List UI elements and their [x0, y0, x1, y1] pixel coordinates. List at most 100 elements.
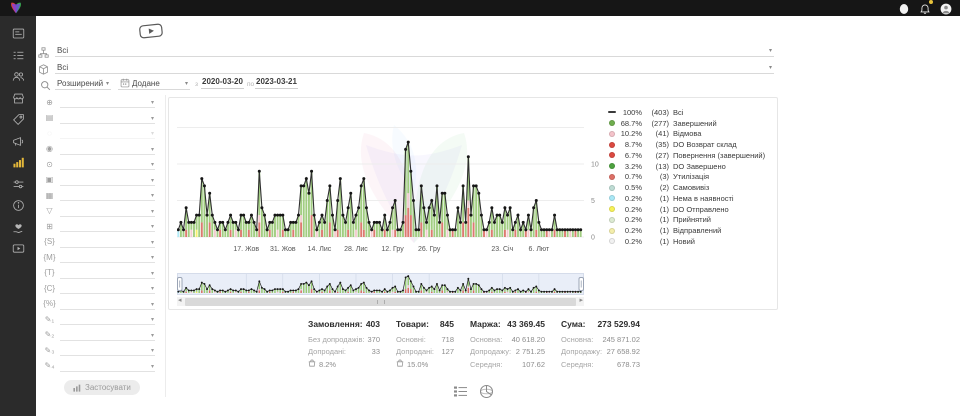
chevron-down-icon: ▾ — [151, 100, 155, 107]
legend-count: (35) — [642, 140, 669, 149]
funnel-icon: ▽ — [43, 207, 56, 215]
stat-subvalue: 107.62 — [522, 360, 545, 369]
filter-select-utm-source[interactable]: ▾ — [60, 237, 155, 248]
legend-item-7[interactable]: 0.5%(2)Самовивіз — [607, 182, 775, 193]
legend-label: Відправлений — [673, 226, 721, 235]
legend-item-1[interactable]: 68.7%(277)Завершений — [607, 118, 775, 129]
legend-item-6[interactable]: 0.7%(3)Утилізація — [607, 172, 775, 183]
megaphone-icon — [12, 135, 25, 148]
legend-count: (41) — [642, 129, 669, 138]
filter-row-custom-field-3: ✎₃▾ — [36, 343, 165, 359]
legend-percent: 100% — [617, 108, 642, 117]
filter-select-utm-content[interactable]: ▾ — [60, 283, 155, 294]
legend-item-2[interactable]: 10.2%(41)Відмова — [607, 129, 775, 140]
date-to-input[interactable]: 2023-03-21 — [255, 77, 298, 89]
circle-icon: ◌ — [43, 130, 56, 138]
filter-select-funnel[interactable]: ▾ — [60, 206, 155, 217]
filter-select-help[interactable]: ▾ — [60, 128, 155, 139]
filter-select-custom-field-3[interactable]: ▾ — [60, 345, 155, 356]
date-from-input[interactable]: 2020-03-20 — [201, 77, 244, 89]
sidebar-item-statistics[interactable] — [0, 152, 36, 174]
apply-button[interactable]: Застосувати — [64, 380, 140, 395]
filter-row-sites: ⊞▾ — [36, 219, 165, 235]
stat-sublabel: Середня: — [470, 360, 502, 369]
legend-item-9[interactable]: 0.2%(1)DO Отправлено — [607, 204, 775, 215]
sidebar-item-partners[interactable] — [0, 217, 36, 239]
chevron-down-icon: ▾ — [769, 64, 774, 73]
pie-chart-icon[interactable] — [479, 384, 494, 399]
legend-dot-marker — [607, 131, 617, 137]
orders-list-icon — [12, 49, 25, 62]
stat-subrow: 15.0% — [396, 358, 454, 371]
app-logo-icon[interactable] — [9, 1, 23, 15]
filter-select-managers[interactable]: ▾ — [60, 144, 155, 155]
sidebar-item-tags[interactable] — [0, 109, 36, 131]
filter-select-utm-campaign[interactable]: ▾ — [60, 299, 155, 310]
filter-select-custom-field-2[interactable]: ▾ — [60, 330, 155, 341]
legend-item-4[interactable]: 6.7%(27)Повернення (завершений) — [607, 150, 775, 161]
filter-select-sources[interactable]: ▾ — [60, 190, 155, 201]
status-tree-select[interactable]: Всі ▾ — [55, 44, 774, 57]
products-select[interactable]: Всі ▾ — [55, 61, 774, 74]
filter-row-funnel: ▽▾ — [36, 204, 165, 220]
topbar — [0, 0, 960, 16]
legend-item-8[interactable]: 0.2%(1)Нема в наявності — [607, 193, 775, 204]
sidebar-item-settings[interactable] — [0, 174, 36, 196]
chart-navigator[interactable] — [177, 273, 584, 295]
notifications-bell-icon[interactable] — [919, 2, 931, 14]
search-icon[interactable] — [40, 78, 51, 89]
legend-item-0[interactable]: 100%(403)Всі — [607, 107, 775, 118]
chart-scrollbar[interactable]: ◂ ▸ — [177, 297, 584, 306]
legend-item-10[interactable]: 0.2%(1)Прийнятий — [607, 215, 775, 226]
legend-dot-marker — [607, 206, 617, 212]
svg-text:23. Січ: 23. Січ — [491, 245, 513, 253]
info-icon — [12, 199, 25, 212]
products-value: Всі — [55, 63, 769, 73]
filter-row-help: ◌▾ — [36, 126, 165, 142]
legend-item-12[interactable]: 0.2%(1)Новий — [607, 236, 775, 247]
date-to-label: по — [247, 81, 254, 88]
scroll-left-icon[interactable]: ◂ — [178, 296, 182, 304]
video-help-icon[interactable] — [138, 23, 163, 40]
sidebar-item-store[interactable] — [0, 88, 36, 110]
scroll-right-icon[interactable]: ▸ — [579, 296, 583, 304]
legend-item-3[interactable]: 8.7%(35)DO Возврат склад — [607, 139, 775, 150]
date-field-select[interactable]: Додане ▾ — [118, 77, 190, 90]
filter-panel: ⊕▾▤▾◌▾◉▾⊙▾▣▾▦▾▽▾⊞▾{S}▾{M}▾{T}▾{C}▾{%}▾✎₁… — [36, 95, 166, 397]
utm-campaign-icon: {%} — [43, 300, 56, 308]
legend-item-5[interactable]: 3.2%(13)DO Завершено — [607, 161, 775, 172]
sidebar-item-customers[interactable] — [0, 66, 36, 88]
filter-row-utm-medium: {M}▾ — [36, 250, 165, 266]
filter-select-payments[interactable]: ▾ — [60, 159, 155, 170]
scrollbar-thumb[interactable] — [185, 298, 576, 306]
stat-sublabel: Допродажу: — [470, 347, 511, 356]
filter-select-custom-field-1[interactable]: ▾ — [60, 314, 155, 325]
sidebar-item-dashboard[interactable] — [0, 23, 36, 45]
filter-select-utm-medium[interactable]: ▾ — [60, 252, 155, 263]
avatar-icon[interactable] — [940, 2, 952, 14]
sidebar-item-marketing[interactable] — [0, 131, 36, 153]
chart-legend: 100%(403)Всі68.7%(277)Завершений10.2%(41… — [607, 107, 775, 247]
legend-item-11[interactable]: 0.2%(1)Відправлений — [607, 225, 775, 236]
search-mode-select[interactable]: Розширений ▾ — [55, 77, 111, 90]
legend-dot-marker — [607, 142, 617, 148]
filter-select-sites[interactable]: ▾ — [60, 221, 155, 232]
sidebar-item-info[interactable] — [0, 195, 36, 217]
stat-value: 845 — [440, 319, 454, 333]
filter-select-statuses[interactable]: ▾ — [60, 113, 155, 124]
legend-label: DO Завершено — [673, 162, 726, 171]
summary-list-icon[interactable] — [453, 384, 468, 399]
legend-label: Самовивіз — [673, 183, 709, 192]
stat-title: Замовлення: — [308, 319, 363, 333]
filter-select-custom-field-4[interactable]: ▾ — [60, 361, 155, 372]
chevron-down-icon: ▾ — [151, 271, 155, 278]
filter-select-products[interactable]: ▾ — [60, 175, 155, 186]
legend-percent: 0.2% — [617, 215, 642, 224]
filter-select-utm-term[interactable]: ▾ — [60, 268, 155, 279]
sidebar-item-video[interactable] — [0, 238, 36, 260]
chat-icon[interactable] — [898, 2, 910, 14]
filter-select-status-group[interactable]: ▾ — [60, 97, 155, 108]
stat-value: 273 529.94 — [597, 319, 640, 333]
svg-text:6. Лют: 6. Лют — [529, 246, 550, 253]
sidebar-item-orders[interactable] — [0, 45, 36, 67]
